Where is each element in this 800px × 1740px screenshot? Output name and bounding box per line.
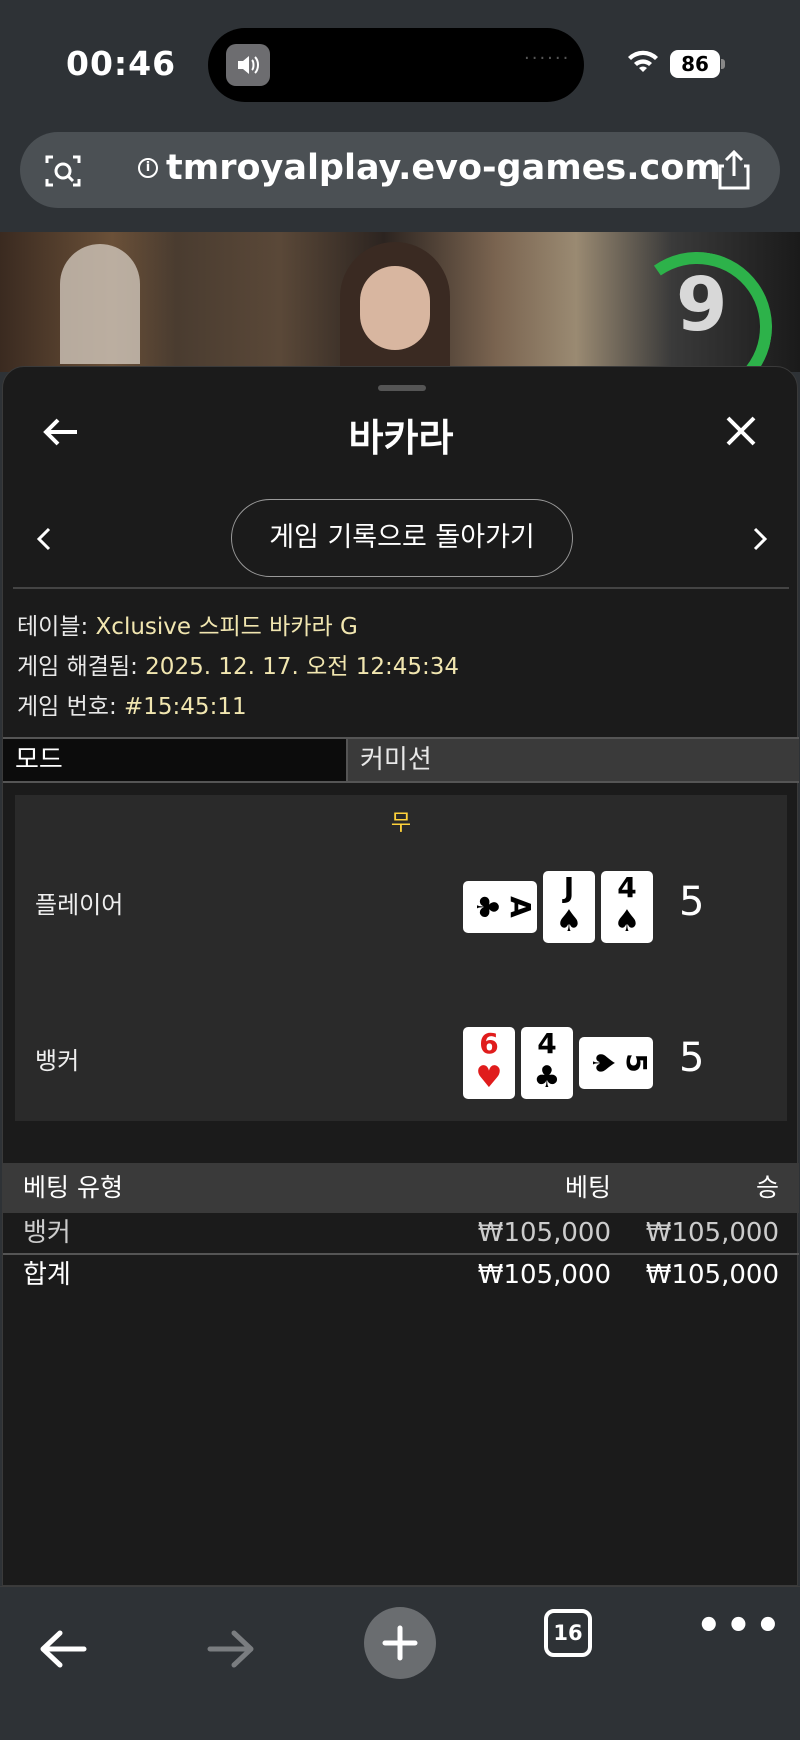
table-value: Xclusive 스피드 바카라 G (95, 614, 358, 640)
divider (13, 587, 789, 589)
countdown-number: 9 (676, 262, 728, 348)
more-icon[interactable]: ••• (696, 1603, 785, 1649)
banker-card-3: 5 ♠ (579, 1037, 653, 1089)
game-info: 테이블: Xclusive 스피드 바카라 G 게임 해결됨: 2025. 12… (17, 607, 459, 727)
player-card-2-suit: ♠ (555, 904, 583, 939)
next-game-icon[interactable] (751, 525, 769, 553)
bet-type-cell: 뱅커 (23, 1218, 71, 1248)
banker-card-1: 6 ♥ (463, 1027, 515, 1099)
bet-type-header: 베팅 유형 (23, 1173, 123, 1202)
player-card-3-suit: ♠ (613, 904, 641, 939)
new-tab-button[interactable] (364, 1607, 436, 1679)
wifi-icon (628, 50, 658, 72)
resolved-value: 2025. 12. 17. 오전 12:45:34 (145, 654, 460, 680)
url-bar[interactable]: i tmroyalplay.evo-games.com (20, 132, 780, 208)
round-result: 무 플레이어 A ♣ J ♠ 4 ♠ 5 뱅커 6 ♥ 4 ♣ 5 ♠ 5 (15, 795, 787, 1121)
plus-icon (382, 1625, 418, 1661)
player-card-1: A ♣ (463, 881, 537, 933)
player-card-1-rank: A (504, 896, 537, 918)
player-card-3: 4 ♠ (601, 871, 653, 943)
status-time: 00:46 (66, 44, 177, 83)
total-win: ₩105,000 (645, 1260, 779, 1290)
forward-icon[interactable] (206, 1629, 256, 1669)
total-label: 합계 (23, 1260, 71, 1290)
camera-search-icon[interactable] (44, 152, 82, 190)
number-label: 게임 번호: (17, 694, 125, 720)
banker-card-3-rank: 5 (620, 1053, 653, 1073)
bet-table-header: 베팅 유형 베팅 승 (3, 1163, 799, 1213)
table-row: 뱅커 ₩105,000 ₩105,000 (3, 1213, 799, 1255)
win-amount-cell: ₩105,000 (645, 1218, 779, 1248)
live-video[interactable]: 9 (0, 232, 800, 372)
tab-commission[interactable]: 커미션 (348, 739, 799, 781)
video-dealer-face (360, 266, 430, 350)
battery-tip (721, 59, 725, 69)
table-label: 테이블: (17, 614, 96, 640)
outcome-label: 무 (390, 811, 412, 836)
back-to-history-button[interactable]: 게임 기록으로 돌아가기 (231, 499, 573, 577)
island-dots-icon: ······ (524, 48, 571, 69)
player-card-1-face: A ♣ (463, 881, 537, 933)
drag-handle[interactable] (378, 385, 426, 391)
banker-card-3-suit: ♠ (585, 1049, 620, 1077)
player-label: 플레이어 (35, 891, 124, 919)
speaker-icon (226, 44, 270, 86)
resolved-label: 게임 해결됨: (17, 654, 146, 680)
site-info-icon[interactable]: i (138, 158, 158, 178)
status-bar: 00:46 ······ 86 (0, 0, 800, 120)
video-dealer-background (60, 244, 140, 364)
banker-card-1-rank: 6 (479, 1027, 499, 1060)
url-text[interactable]: i tmroyalplay.evo-games.com (138, 148, 721, 188)
player-card-3-rank: 4 (617, 871, 637, 904)
table-info: 테이블: Xclusive 스피드 바카라 G (17, 607, 459, 647)
player-cards: A ♣ J ♠ 4 ♠ (463, 871, 653, 943)
total-row: 합계 ₩105,000 ₩105,000 (3, 1255, 799, 1297)
resolved-info: 게임 해결됨: 2025. 12. 17. 오전 12:45:34 (17, 647, 459, 687)
banker-cards: 6 ♥ 4 ♣ 5 ♠ (463, 1027, 653, 1099)
prev-game-icon[interactable] (35, 525, 53, 553)
banker-card-2-suit: ♣ (533, 1060, 561, 1095)
panel-title: 바카라 (348, 416, 454, 460)
player-score: 5 (679, 879, 705, 925)
share-icon[interactable] (716, 150, 752, 190)
game-detail-panel: 바카라 게임 기록으로 돌아가기 테이블: Xclusive 스피드 바카라 G… (2, 366, 799, 1586)
banker-score: 5 (679, 1035, 705, 1081)
close-icon[interactable] (725, 415, 757, 447)
banker-card-2: 4 ♣ (521, 1027, 573, 1099)
player-card-1-suit: ♣ (469, 893, 504, 921)
win-amount-header: 승 (755, 1173, 779, 1202)
banker-card-2-rank: 4 (537, 1027, 557, 1060)
mode-tabs: 모드 커미션 (3, 737, 799, 783)
banker-card-1-suit: ♥ (475, 1060, 503, 1095)
banker-label: 뱅커 (35, 1047, 80, 1075)
tab-mode[interactable]: 모드 (3, 739, 348, 781)
number-info: 게임 번호: #15:45:11 (17, 687, 459, 727)
banker-card-3-face: 5 ♠ (579, 1037, 653, 1089)
player-card-2: J ♠ (543, 871, 595, 943)
bet-amount-header: 베팅 (564, 1173, 611, 1202)
battery-indicator: 86 (670, 50, 720, 78)
number-value: #15:45:11 (124, 694, 247, 720)
tabs-count-button[interactable]: 16 (544, 1609, 592, 1657)
player-card-2-rank: J (563, 871, 575, 904)
back-icon[interactable] (38, 1629, 88, 1669)
dynamic-island: ······ (208, 28, 584, 102)
total-bet: ₩105,000 (477, 1260, 611, 1290)
bet-amount-cell: ₩105,000 (477, 1218, 611, 1248)
browser-toolbar: 16 ••• (0, 1586, 800, 1740)
url-label: tmroyalplay.evo-games.com (166, 148, 721, 188)
